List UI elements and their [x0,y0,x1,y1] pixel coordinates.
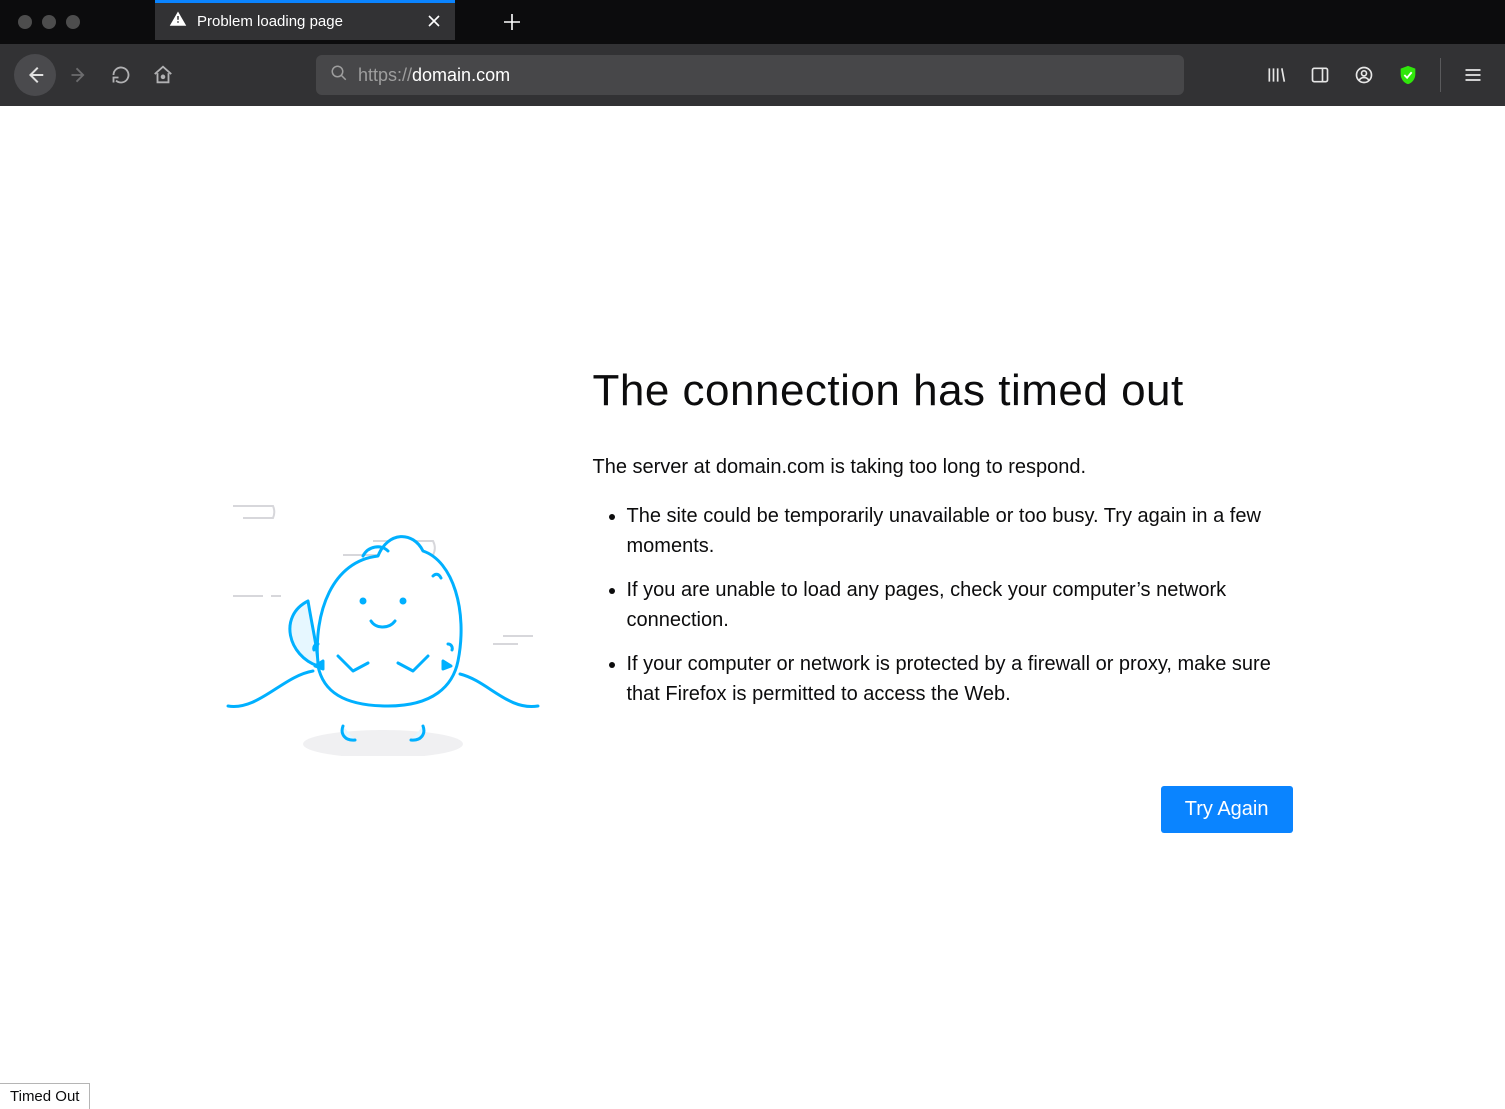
error-illustration [213,426,553,756]
error-bullet: If your computer or network is protected… [627,649,1293,709]
url-host: domain.com [412,65,510,85]
traffic-close[interactable] [18,15,32,29]
traffic-zoom[interactable] [66,15,80,29]
status-bar: Timed Out [0,1083,90,1109]
error-bullet: If you are unable to load any pages, che… [627,575,1293,635]
error-container: The connection has timed out The server … [213,366,1293,756]
protection-shield-icon[interactable] [1390,57,1426,93]
error-copy: The connection has timed out The server … [553,366,1293,756]
browser-window: Problem loading page https://domain.com [0,0,1505,1109]
close-icon[interactable] [427,13,441,31]
url-protocol: https:// [358,65,412,85]
library-button[interactable] [1258,57,1294,93]
menu-button[interactable] [1455,57,1491,93]
sidebar-button[interactable] [1302,57,1338,93]
try-again-button[interactable]: Try Again [1161,786,1293,833]
titlebar: Problem loading page [0,0,1505,44]
toolbar: https://domain.com [0,44,1505,106]
account-button[interactable] [1346,57,1382,93]
back-button[interactable] [14,54,56,96]
home-button[interactable] [144,56,182,94]
tab-title: Problem loading page [197,13,427,30]
error-message: The server at domain.com is taking too l… [593,456,1293,479]
reload-button[interactable] [102,56,140,94]
content-area: The connection has timed out The server … [0,106,1505,1109]
error-suggestions: The site could be temporarily unavailabl… [593,501,1293,709]
url-bar[interactable]: https://domain.com [316,55,1184,95]
active-tab[interactable]: Problem loading page [155,0,455,40]
error-heading: The connection has timed out [593,366,1293,416]
toolbar-divider [1440,58,1441,92]
traffic-lights [18,15,80,29]
toolbar-right [1258,57,1491,93]
search-icon [330,64,348,87]
warning-icon [169,10,187,33]
forward-button [60,56,98,94]
traffic-minimize[interactable] [42,15,56,29]
url-text: https://domain.com [358,65,510,86]
error-bullet: The site could be temporarily unavailabl… [627,501,1293,561]
new-tab-button[interactable] [490,0,534,44]
